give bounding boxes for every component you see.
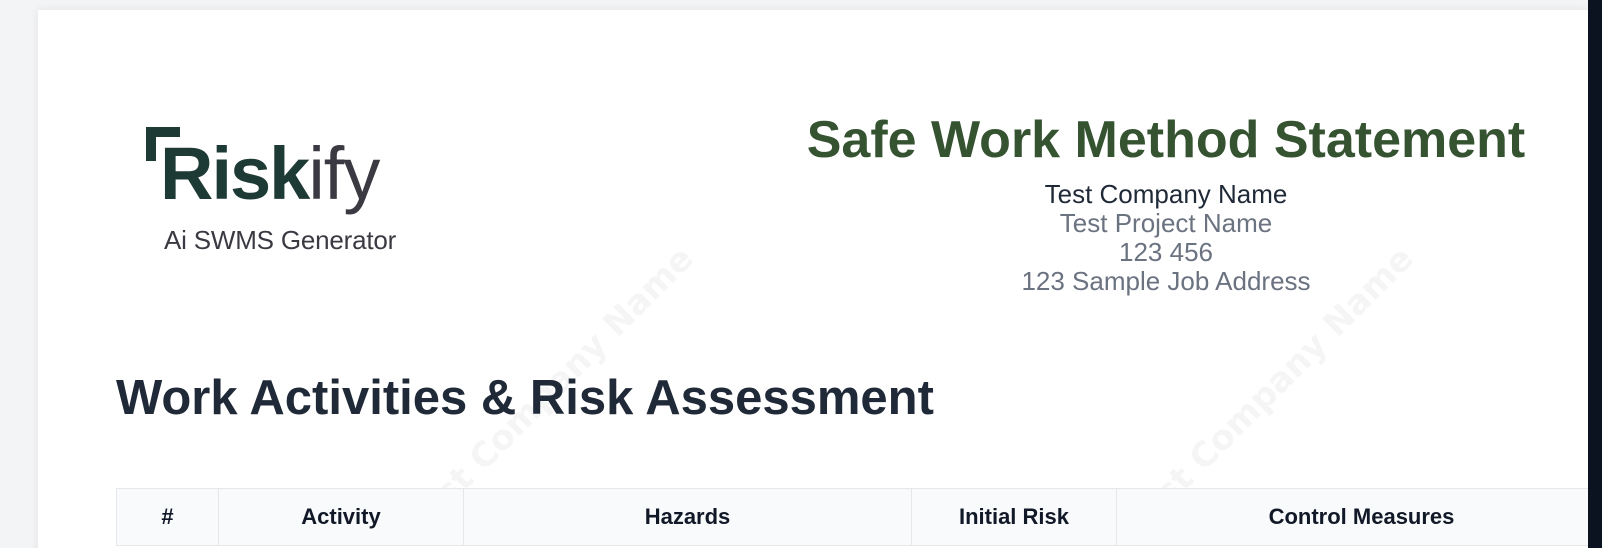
- company-name: Test Company Name: [1044, 179, 1288, 209]
- column-header-initial-risk: Initial Risk: [911, 488, 1117, 546]
- riskify-logo: Riskify Ai SWMS Generator: [146, 127, 456, 257]
- column-header-control-measures: Control Measures: [1116, 488, 1588, 546]
- logo-wordmark-tail: ify: [308, 132, 380, 215]
- job-address: 123 Sample Job Address: [1021, 266, 1311, 296]
- window-edge: [1588, 0, 1602, 548]
- logo-tagline: Ai SWMS Generator: [164, 225, 397, 255]
- document-title: Safe Work Method Statement: [806, 111, 1526, 169]
- column-header-hazards: Hazards: [463, 488, 912, 546]
- project-name: Test Project Name: [1059, 208, 1273, 238]
- logo-wordmark-main: Risk: [160, 132, 310, 215]
- viewport: Test Company Name Test Company Name Risk…: [0, 0, 1602, 548]
- column-header-activity: Activity: [218, 488, 464, 546]
- table-header: # Activity Hazards Initial Risk Control …: [116, 488, 1588, 546]
- project-number: 123 456: [1119, 237, 1213, 267]
- column-header-number: #: [116, 488, 219, 546]
- risk-assessment-table: # Activity Hazards Initial Risk Control …: [116, 488, 1588, 546]
- document-page: Test Company Name Test Company Name Risk…: [38, 10, 1588, 548]
- document-title-block: Safe Work Method Statement Test Company …: [786, 110, 1546, 296]
- section-heading: Work Activities & Risk Assessment: [116, 371, 934, 425]
- document-meta: Test Company Name Test Project Name 123 …: [786, 180, 1546, 296]
- table-header-row: # Activity Hazards Initial Risk Control …: [116, 488, 1588, 546]
- logo-wordmark: Riskify: [160, 137, 380, 211]
